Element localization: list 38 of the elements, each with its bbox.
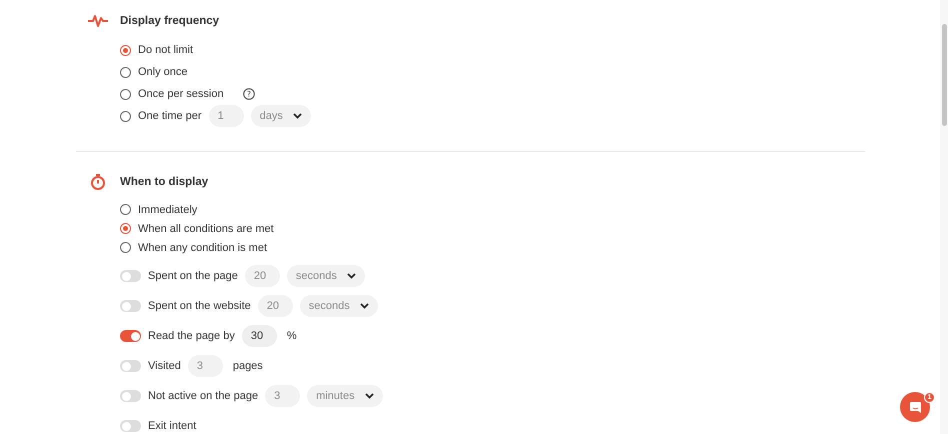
radio-button[interactable] — [120, 204, 131, 215]
unit-label: pages — [232, 360, 263, 372]
section-title: Display frequency — [120, 14, 220, 29]
radio-button[interactable] — [120, 44, 131, 56]
number-field[interactable]: 30 — [242, 325, 277, 347]
radio-button[interactable] — [120, 66, 131, 78]
condition-label: Read the page by — [148, 330, 235, 342]
option-label: One time per — [138, 110, 202, 122]
caret-icon — [346, 273, 356, 279]
toggle-switch[interactable] — [120, 360, 141, 372]
toggle-switch[interactable] — [120, 420, 141, 432]
radio-button[interactable] — [120, 88, 131, 100]
option-label: Only once — [138, 66, 188, 78]
section-title: When to display — [120, 175, 210, 190]
condition-label: Visited — [148, 360, 181, 372]
option-label: Do not limit — [138, 44, 194, 56]
condition-label: Spent on the page — [148, 270, 238, 282]
option-label: When all conditions are met — [138, 222, 274, 234]
scrollbar[interactable] — [940, 0, 948, 434]
caret-icon — [364, 393, 374, 399]
chat-icon — [908, 400, 922, 414]
toggle-switch[interactable] — [120, 300, 141, 312]
condition-label: Not active on the page — [148, 390, 258, 402]
chat-button[interactable] — [900, 392, 930, 422]
caret-icon — [360, 303, 369, 309]
toggle-switch[interactable] — [120, 330, 141, 342]
option-label: When any condition is met — [138, 242, 268, 254]
condition-label: Spent on the website — [148, 300, 251, 312]
radio-button[interactable] — [120, 110, 131, 122]
caret-icon — [292, 113, 302, 119]
toggle-switch[interactable] — [120, 270, 141, 282]
condition-label: Exit intent — [148, 420, 196, 432]
toggle-switch[interactable] — [120, 390, 141, 402]
radio-button[interactable] — [120, 242, 131, 253]
option-label: Immediately — [138, 204, 198, 216]
option-label: Once per session — [138, 88, 224, 100]
unit-label: % — [286, 330, 297, 342]
radio-button[interactable] — [120, 223, 131, 234]
